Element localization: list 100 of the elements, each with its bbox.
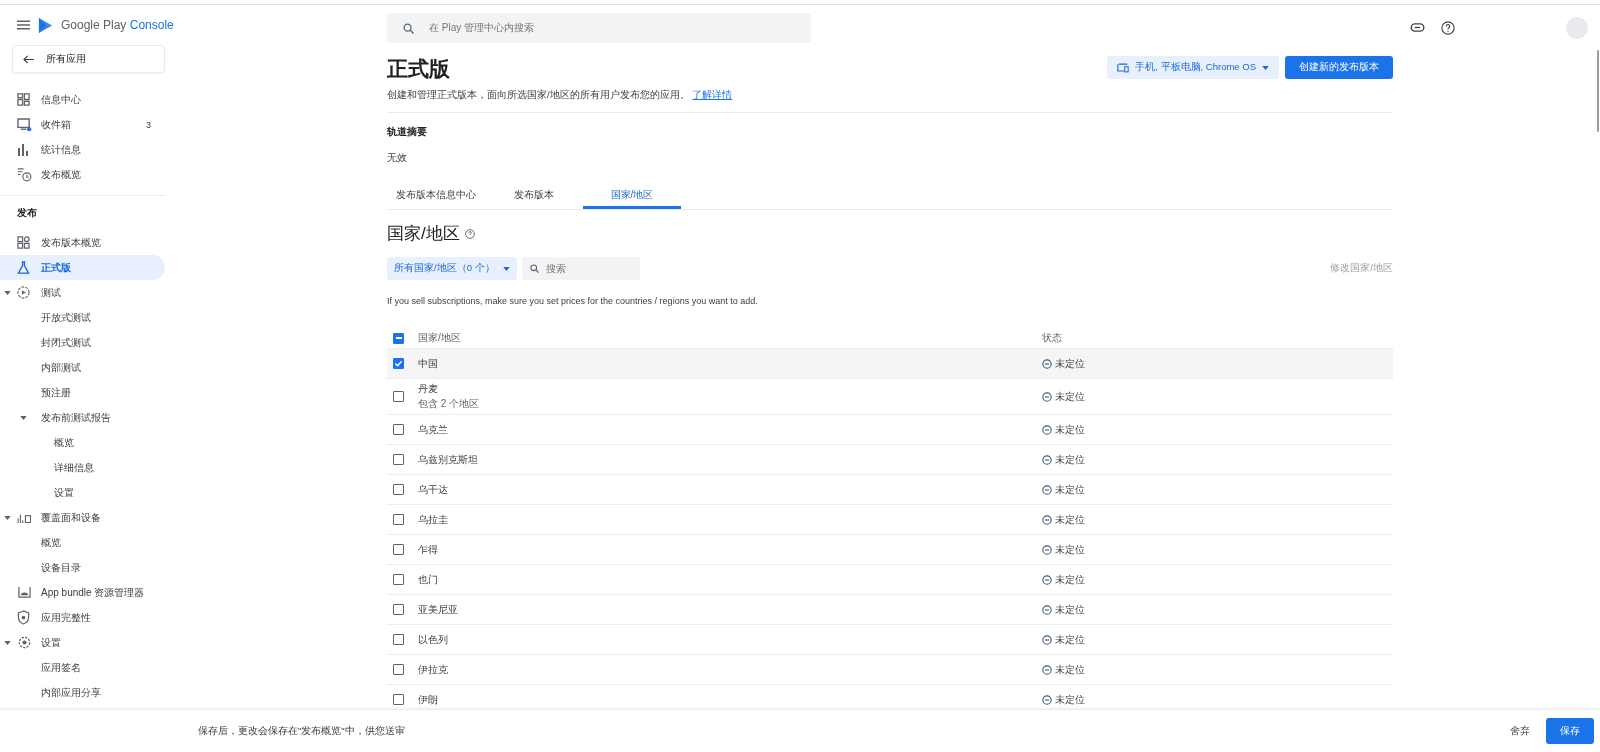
section-heading: 发布 [16, 206, 38, 220]
settings-icon [17, 635, 32, 650]
minus-circle-icon [1042, 484, 1052, 495]
country-name: 乍得 [418, 542, 439, 557]
status-text: 未定位 [1055, 356, 1085, 371]
link-icon[interactable] [1410, 23, 1425, 32]
tab[interactable]: 国家/地区 [583, 184, 681, 209]
minus-circle-icon [1042, 454, 1052, 465]
back-arrow-icon [23, 54, 34, 64]
nav-item[interactable]: 开放式测试 [0, 305, 165, 330]
create-release-button[interactable]: 创建新的发布版本 [1285, 56, 1393, 79]
bar-chart-icon [17, 143, 29, 156]
nav-item[interactable]: 信息中心 [0, 87, 165, 112]
nav-item[interactable]: 发布版本概览 [0, 230, 165, 255]
minus-circle-icon [1042, 694, 1052, 705]
status-text: 未定位 [1055, 662, 1085, 677]
country-filter-dropdown[interactable]: 所有国家/地区（0 个） [387, 257, 517, 280]
caret-icon [502, 266, 510, 271]
nav-item[interactable]: 封闭式测试 [0, 330, 165, 355]
minus-circle-icon [1042, 358, 1052, 369]
column-header: 国家/地区 [418, 331, 462, 345]
all-apps-button[interactable]: 所有应用 [12, 45, 165, 73]
device-selector[interactable]: 手机, 平板电脑, Chrome OS [1107, 56, 1279, 79]
scrollbar[interactable] [1597, 50, 1599, 132]
status-text: 未定位 [1055, 632, 1085, 647]
country-name: 也门 [418, 572, 439, 587]
row-checkbox[interactable] [393, 574, 404, 585]
row-checkbox[interactable] [393, 484, 404, 495]
nav-item[interactable]: App bundle 资源管理器 [0, 580, 165, 605]
shapes-grid-icon [17, 236, 30, 249]
nav-item[interactable]: 设置 [0, 630, 165, 655]
status-text: 未定位 [1055, 572, 1085, 587]
country-name: 以色列 [418, 632, 449, 647]
subscription-note: If you sell subscriptions, make sure you set prices for the countries / regions you want to add. [387, 296, 759, 306]
status-text: 未定位 [1055, 692, 1085, 707]
bundle-icon [17, 586, 32, 599]
row-checkbox[interactable] [393, 424, 404, 435]
country-name: 丹麦 [418, 382, 439, 396]
menu-icon[interactable] [17, 20, 30, 30]
select-all-checkbox[interactable] [393, 332, 404, 344]
page-title: 正式版 [387, 56, 451, 82]
save-message: 保存后，更改会保存在"发布概览"中，供您送审 [198, 724, 405, 738]
caret-icon[interactable] [4, 290, 11, 295]
row-checkbox[interactable] [393, 514, 404, 525]
caret-icon[interactable] [20, 415, 27, 420]
country-name: 乌拉圭 [418, 512, 449, 527]
nav-item[interactable]: 预注册 [0, 380, 165, 405]
learn-more-link[interactable]: 了解详情 [692, 89, 733, 100]
bars-device-icon [17, 512, 32, 523]
nav-item[interactable]: 内部测试 [0, 355, 165, 380]
tab[interactable]: 发布版本 [485, 184, 583, 209]
help-icon[interactable] [1441, 20, 1455, 35]
nav-item[interactable]: 发布前测试报告 [0, 405, 165, 430]
nav-item[interactable]: 概览 [0, 530, 165, 555]
nav-item[interactable]: 内部应用分享 [0, 680, 165, 705]
row-checkbox[interactable] [393, 664, 404, 675]
row-checkbox[interactable] [393, 358, 404, 369]
row-checkbox[interactable] [393, 544, 404, 555]
logo-text: Google Play Console [61, 18, 174, 32]
caret-icon[interactable] [4, 515, 11, 520]
row-checkbox[interactable] [393, 391, 404, 402]
nav-item[interactable]: 覆盖面和设备 [0, 505, 165, 530]
tab[interactable]: 发布版本信息中心 [387, 184, 485, 209]
nav-item[interactable]: 设备目录 [0, 555, 165, 580]
nav-item[interactable]: 测试 [0, 280, 165, 305]
caret-icon[interactable] [4, 640, 11, 645]
devices-icon [1117, 62, 1130, 73]
nav-item[interactable]: 设置 [0, 480, 165, 505]
search-icon [529, 264, 539, 273]
country-name: 伊朗 [418, 692, 439, 707]
dashboard-icon [17, 93, 30, 106]
status-text: 未定位 [1055, 542, 1085, 557]
row-checkbox[interactable] [393, 694, 404, 705]
shield-icon [17, 610, 30, 625]
status-text: 未定位 [1055, 602, 1085, 617]
nav-item[interactable]: 详细信息 [0, 455, 165, 480]
search-field[interactable]: 在 Play 管理中心内搜索 [387, 12, 811, 43]
nav-item[interactable]: 应用签名 [0, 655, 165, 680]
discard-button[interactable]: 舍弃 [1504, 723, 1536, 739]
inbox-icon [17, 117, 32, 132]
nav-item[interactable]: 概览 [0, 430, 165, 455]
nav-item[interactable]: 应用完整性 [0, 605, 165, 630]
status-text: 未定位 [1055, 512, 1085, 527]
caret-icon [1262, 65, 1269, 70]
nav-item[interactable]: 发布概览 [0, 162, 165, 187]
nav-item[interactable]: 收件箱 3 [0, 112, 165, 137]
country-search-field[interactable]: 搜索 [521, 257, 640, 280]
country-name: 中国 [418, 356, 439, 371]
help-icon[interactable] [464, 228, 475, 239]
status-text: 未定位 [1055, 389, 1085, 404]
save-button[interactable]: 保存 [1546, 718, 1594, 744]
row-checkbox[interactable] [393, 634, 404, 645]
nav-item[interactable]: 统计信息 [0, 137, 165, 162]
row-checkbox[interactable] [393, 604, 404, 615]
row-checkbox[interactable] [393, 454, 404, 465]
minus-circle-icon [1042, 514, 1052, 525]
nav-item[interactable]: 正式版 [0, 255, 165, 280]
country-name: 乌克兰 [418, 422, 449, 437]
minus-circle-icon [1042, 391, 1052, 402]
country-name: 伊拉克 [418, 662, 449, 677]
